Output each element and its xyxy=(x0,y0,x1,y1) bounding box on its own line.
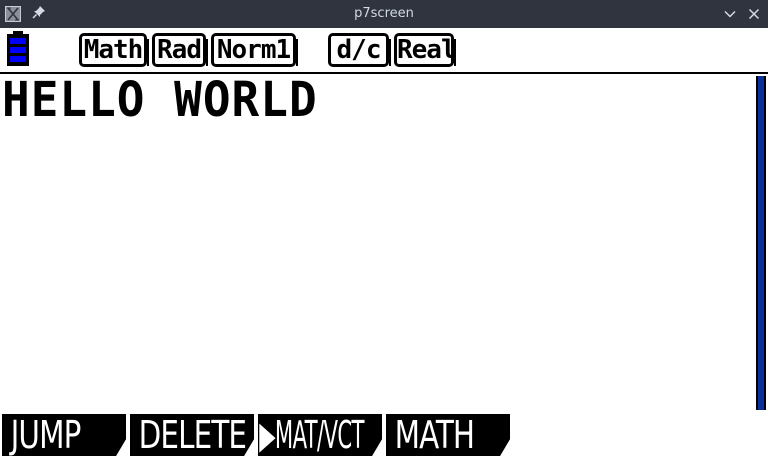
mode-badge-display: Norm1 xyxy=(211,33,298,67)
scrollbar-thumb[interactable] xyxy=(758,76,764,410)
close-icon[interactable] xyxy=(746,6,762,22)
mode-badge-fraction: d/c xyxy=(328,33,391,67)
mode-badge-input: Math xyxy=(79,33,149,67)
scrollbar[interactable] xyxy=(756,76,766,410)
fkey-jump-label: JUMP xyxy=(10,414,82,456)
fkey-math[interactable]: MATH xyxy=(386,414,510,456)
mode-badge-angle: Rad xyxy=(152,33,208,67)
fkey-mat-vct[interactable]: ▶MAT/VCT xyxy=(258,414,382,456)
window-title: p7screen xyxy=(354,6,414,21)
output-text: HELLO WORLD xyxy=(2,70,318,128)
minimize-icon[interactable] xyxy=(722,6,738,22)
window-titlebar: p7screen xyxy=(0,0,768,28)
fkey-delete[interactable]: DELETE xyxy=(130,414,254,456)
fkey-mat-vct-label: ▶MAT/VCT xyxy=(259,414,364,456)
fkey-jump[interactable]: JUMP xyxy=(2,414,126,456)
battery-icon xyxy=(6,31,30,67)
fkey-delete-label: DELETE xyxy=(138,414,247,456)
fkey-math-label: MATH xyxy=(394,414,475,456)
mode-badge-complex: Real xyxy=(394,33,457,67)
